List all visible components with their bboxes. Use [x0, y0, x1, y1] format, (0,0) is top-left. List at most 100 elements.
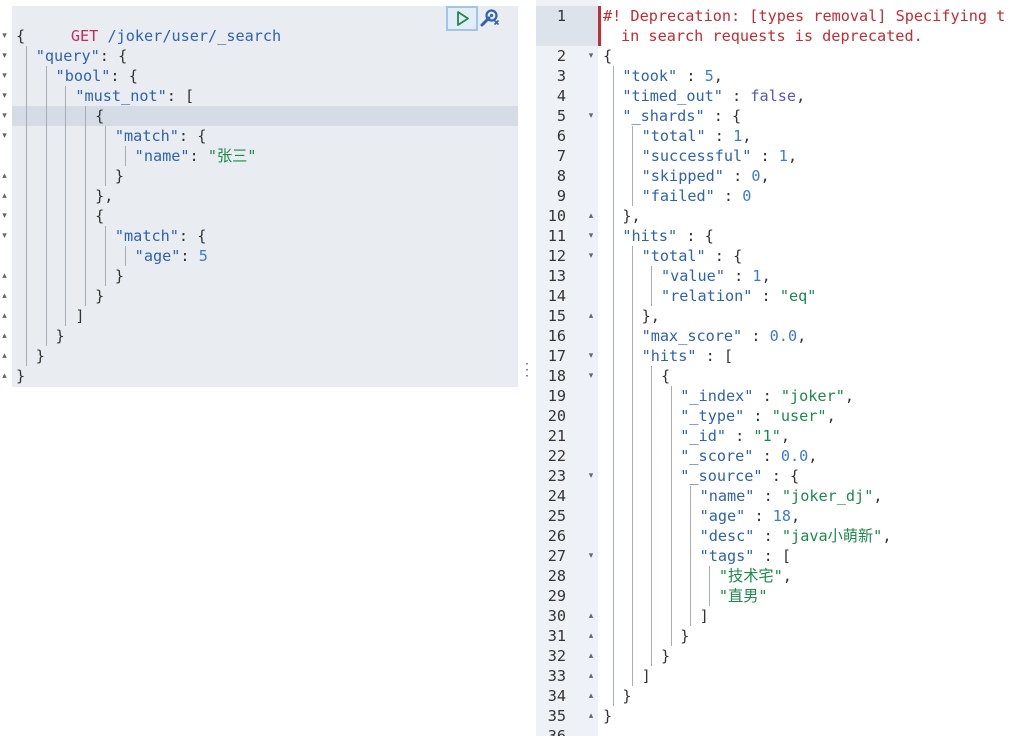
- response-line[interactable]: "_shards" : {: [622, 106, 741, 126]
- request-line[interactable]: }: [95, 286, 104, 306]
- fold-toggle-expand-icon[interactable]: ▴: [586, 626, 596, 646]
- response-line[interactable]: "直男": [719, 586, 768, 606]
- fold-toggle-expand-icon[interactable]: ▴: [586, 606, 596, 626]
- response-line[interactable]: "hits" : {: [622, 226, 713, 246]
- fold-toggle-expand-icon[interactable]: ▴: [586, 206, 596, 226]
- fold-toggle-expand-icon[interactable]: ▴: [0, 326, 9, 346]
- request-line[interactable]: "match": {: [115, 226, 206, 246]
- request-line[interactable]: "match": {: [115, 126, 206, 146]
- request-line[interactable]: {: [95, 206, 104, 226]
- request-line[interactable]: ]: [75, 306, 84, 326]
- fold-toggle-collapse-icon[interactable]: ▾: [0, 126, 9, 146]
- response-line[interactable]: "hits" : [: [642, 346, 733, 366]
- punctuation: ,: [782, 567, 792, 585]
- request-editor[interactable]: GET /joker/user/_search { "query": {"bool…: [0, 0, 518, 736]
- response-line[interactable]: "desc" : "java小萌新",: [700, 526, 892, 546]
- response-line[interactable]: "timed_out" : false,: [622, 86, 805, 106]
- fold-toggle-expand-icon[interactable]: ▴: [586, 646, 596, 666]
- response-line[interactable]: "_source" : {: [680, 466, 799, 486]
- fold-toggle-expand-icon[interactable]: ▴: [0, 186, 9, 206]
- fold-toggle-collapse-icon[interactable]: ▾: [0, 226, 9, 246]
- request-line[interactable]: "must_not": [: [75, 86, 194, 106]
- fold-toggle-expand-icon[interactable]: ▴: [0, 286, 9, 306]
- response-line[interactable]: "_type" : "user",: [680, 406, 835, 426]
- fold-toggle-expand-icon[interactable]: ▴: [0, 166, 9, 186]
- fold-toggle-collapse-icon[interactable]: ▾: [586, 246, 596, 266]
- request-line[interactable]: }: [56, 326, 65, 346]
- response-line[interactable]: "failed" : 0: [642, 186, 752, 206]
- response-viewer[interactable]: 1 2 3 4 5 6 7 8 9 10 11 12 13 14 15 16 17 18 19 20 21 22 23 24 2…: [536, 0, 1015, 736]
- fold-toggle-collapse-icon[interactable]: ▾: [586, 366, 596, 386]
- request-line[interactable]: {: [95, 106, 104, 126]
- request-line[interactable]: }: [16, 366, 25, 386]
- response-line[interactable]: "skipped" : 0,: [642, 166, 770, 186]
- response-line[interactable]: "relation" : "eq": [661, 286, 816, 306]
- request-line[interactable]: }: [115, 166, 124, 186]
- response-line[interactable]: }: [622, 686, 631, 706]
- response-line[interactable]: "_score" : 0.0,: [680, 446, 817, 466]
- fold-toggle-collapse-icon[interactable]: ▾: [586, 46, 596, 66]
- response-line[interactable]: "技术宅",: [719, 566, 792, 586]
- fold-toggle-collapse-icon[interactable]: ▾: [586, 226, 596, 246]
- pane-divider[interactable]: · · ·: [518, 0, 536, 736]
- line-number: 31: [547, 627, 566, 645]
- fold-toggle-collapse-icon[interactable]: ▾: [0, 86, 9, 106]
- line-number-gutter: 1 2 3 4 5 6 7 8 9 10 11 12 13 14 15 16 17 18 19 20 21 22 23 24 2…: [536, 0, 598, 736]
- request-line[interactable]: },: [95, 186, 113, 206]
- fold-toggle-expand-icon[interactable]: ▴: [0, 266, 9, 286]
- request-line[interactable]: "query": {: [36, 46, 127, 66]
- response-line[interactable]: {: [661, 366, 670, 386]
- response-line[interactable]: "value" : 1,: [661, 266, 771, 286]
- request-line[interactable]: {: [16, 26, 25, 46]
- fold-toggle-collapse-icon[interactable]: ▾: [0, 66, 9, 86]
- fold-toggle-collapse-icon[interactable]: ▾: [0, 46, 9, 66]
- response-line[interactable]: "age" : 18,: [700, 506, 801, 526]
- fold-toggle-expand-icon[interactable]: ▴: [0, 366, 9, 386]
- fold-toggle-expand-icon[interactable]: ▴: [586, 666, 596, 686]
- request-line[interactable]: }: [115, 266, 124, 286]
- request-line[interactable]: "name": "张三": [135, 146, 257, 166]
- fold-toggle-collapse-icon[interactable]: ▾: [586, 346, 596, 366]
- fold-toggle-expand-icon[interactable]: ▴: [586, 686, 596, 706]
- response-line[interactable]: "total" : 1,: [642, 126, 752, 146]
- response-line[interactable]: {: [603, 46, 612, 66]
- response-line[interactable]: },: [642, 306, 660, 326]
- request-line[interactable]: "age": 5: [135, 246, 208, 266]
- fold-toggle-collapse-icon[interactable]: ▾: [586, 106, 596, 126]
- fold-toggle-expand-icon[interactable]: ▴: [586, 706, 596, 726]
- response-line[interactable]: "_index" : "joker",: [680, 386, 854, 406]
- vertical-dots-icon[interactable]: · · ·: [524, 358, 530, 382]
- request-line[interactable]: }: [36, 346, 45, 366]
- request-settings-button[interactable]: [478, 7, 500, 29]
- fold-toggle-collapse-icon[interactable]: ▾: [586, 466, 596, 486]
- line-number: 1: [556, 7, 566, 25]
- response-line[interactable]: }: [680, 626, 689, 646]
- fold-toggle-collapse-icon[interactable]: ▾: [586, 546, 596, 566]
- run-request-button[interactable]: [446, 6, 478, 31]
- fold-toggle-expand-icon[interactable]: ▴: [0, 346, 9, 366]
- response-line[interactable]: ]: [642, 666, 651, 686]
- punctuation: {: [603, 47, 613, 65]
- response-line[interactable]: },: [622, 206, 640, 226]
- request-line[interactable]: GET /joker/user/_search: [16, 6, 281, 45]
- response-line[interactable]: "_id" : "1",: [680, 426, 790, 446]
- response-line[interactable]: "max_score" : 0.0,: [642, 326, 807, 346]
- wrench-icon: [480, 9, 499, 27]
- json-key: "hits": [641, 347, 697, 365]
- response-line[interactable]: "successful" : 1,: [642, 146, 797, 166]
- fold-toggle-collapse-icon[interactable]: ▾: [0, 26, 9, 46]
- fold-toggle-collapse-icon[interactable]: ▾: [0, 106, 9, 126]
- response-line[interactable]: "name" : "joker_dj",: [700, 486, 883, 506]
- fold-toggle-expand-icon[interactable]: ▴: [586, 306, 596, 326]
- response-line[interactable]: "tags" : [: [700, 546, 791, 566]
- response-line[interactable]: "total" : {: [642, 246, 743, 266]
- fold-toggle-collapse-icon[interactable]: ▾: [0, 206, 9, 226]
- response-line[interactable]: "took" : 5,: [622, 66, 723, 86]
- response-line[interactable]: }: [661, 646, 670, 666]
- response-line[interactable]: ]: [700, 606, 709, 626]
- request-line[interactable]: "bool": {: [56, 66, 138, 86]
- json-key: "value": [660, 267, 725, 285]
- response-line[interactable]: }: [603, 706, 612, 726]
- response-code[interactable]: #! Deprecation: [types removal] Specifyi…: [598, 0, 1015, 736]
- fold-toggle-expand-icon[interactable]: ▴: [0, 306, 9, 326]
